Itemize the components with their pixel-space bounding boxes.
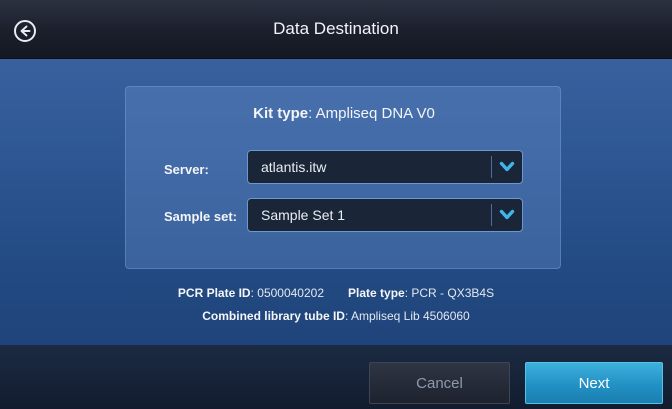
pcr-plate-id-value: 0500040202 xyxy=(257,286,325,300)
combined-tube-value: Ampliseq Lib 4506060 xyxy=(350,309,470,323)
sample-set-value: Sample Set 1 xyxy=(261,207,346,223)
server-label-line: Server: xyxy=(164,162,209,177)
sample-set-label-line: Sample set: xyxy=(164,209,237,224)
header-bar: Data Destination xyxy=(0,0,672,59)
plate-info-line: PCR Plate ID: 0500040202 Plate type: PCR … xyxy=(177,286,495,300)
kit-type-label: Kit type xyxy=(253,105,309,122)
server-dropdown[interactable]: atlantis.itw xyxy=(247,150,523,184)
kit-type-value: Ampliseq DNA V0 xyxy=(315,105,435,122)
dropdown-divider xyxy=(491,204,492,226)
library-tube-line: Combined library tube ID: Ampliseq Lib 4… xyxy=(202,309,470,323)
next-button[interactable]: Next xyxy=(525,362,663,404)
chevron-down-icon[interactable] xyxy=(499,208,515,222)
destination-panel: Kit type: Ampliseq DNA V0 Server: atlant… xyxy=(125,86,561,269)
chevron-down-icon[interactable] xyxy=(499,160,515,174)
kit-type-colon: : xyxy=(308,105,316,122)
plate-type-value: PCR - QX3B4S xyxy=(411,286,495,300)
cancel-button[interactable]: Cancel xyxy=(369,362,510,404)
footer-bar: Cancel Next xyxy=(0,345,672,409)
plate-type-label: Plate type xyxy=(348,286,405,300)
combined-tube-label: Combined library tube ID xyxy=(202,309,345,323)
dropdown-divider xyxy=(491,156,492,178)
server-value: atlantis.itw xyxy=(261,159,327,175)
page-title: Data Destination xyxy=(273,19,399,38)
kit-type-line: Kit type: Ampliseq DNA V0 xyxy=(126,105,562,122)
sample-set-label: Sample set xyxy=(164,209,233,224)
sample-set-dropdown[interactable]: Sample Set 1 xyxy=(247,198,523,232)
pcr-plate-id-label: PCR Plate ID xyxy=(177,286,251,300)
server-label: Server xyxy=(164,162,205,177)
